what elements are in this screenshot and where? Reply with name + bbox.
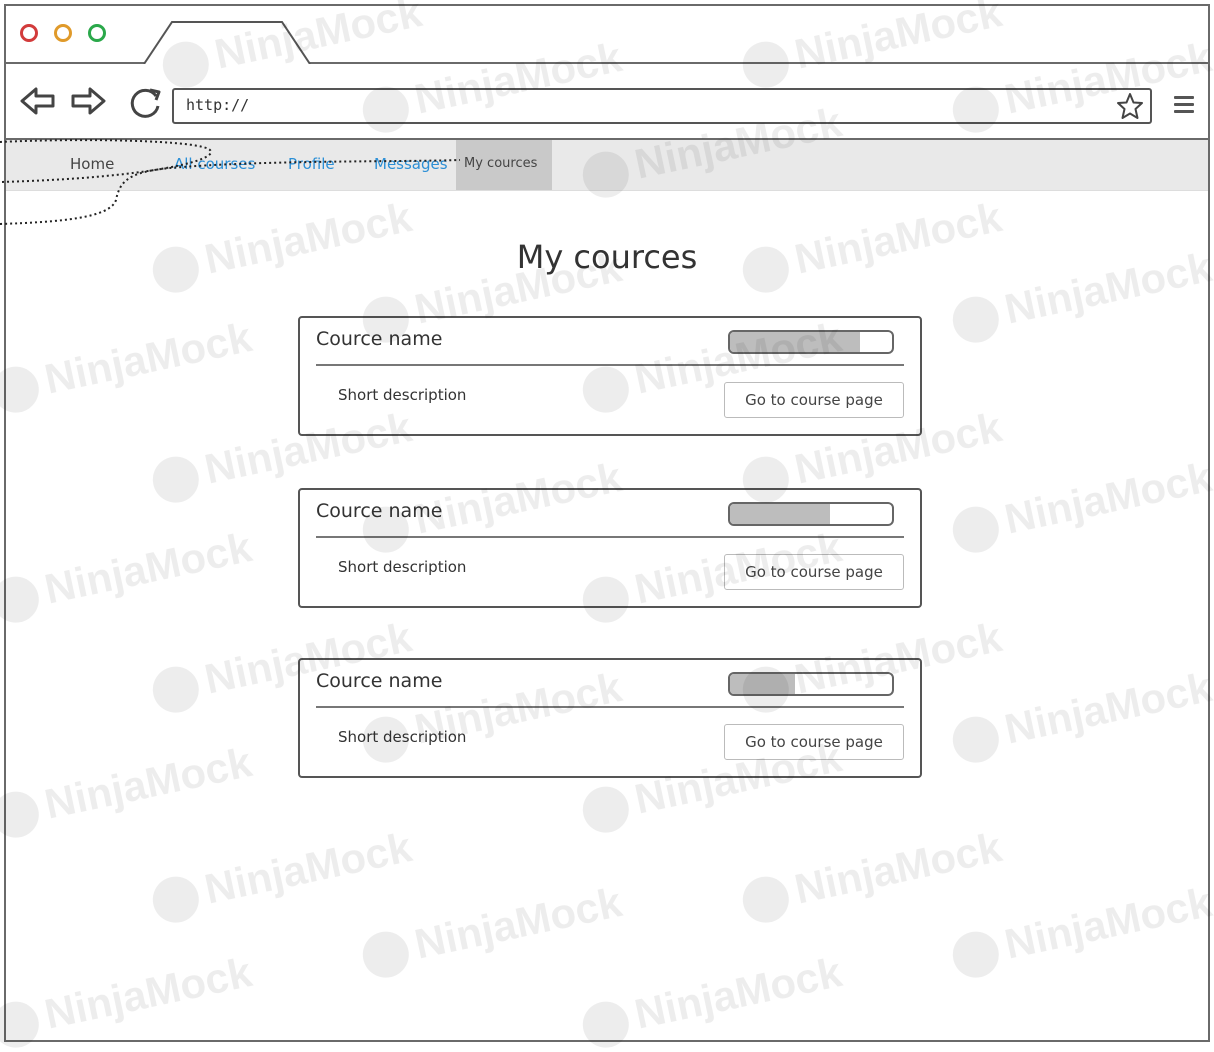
browser-titlebar — [6, 6, 1208, 64]
course-description: Short description — [338, 558, 467, 576]
nav-my-courses-label: My cources — [464, 156, 538, 171]
course-progress-fill — [730, 674, 795, 694]
reload-icon[interactable] — [126, 84, 164, 122]
minimize-window-dot[interactable] — [54, 24, 72, 42]
back-arrow-icon[interactable] — [20, 86, 56, 116]
address-bar-url: http:// — [186, 96, 250, 114]
course-progress-bar — [728, 330, 894, 354]
course-card: Cource name Short description Go to cour… — [298, 658, 922, 778]
close-window-dot[interactable] — [20, 24, 38, 42]
site-navbar: Home All courses Profile Messages My cou… — [6, 140, 1208, 191]
course-card: Cource name Short description Go to cour… — [298, 488, 922, 608]
go-to-course-button[interactable]: Go to course page — [724, 724, 904, 760]
course-name: Cource name — [316, 328, 443, 350]
go-to-course-button[interactable]: Go to course page — [724, 382, 904, 418]
page-title: My cources — [516, 238, 698, 276]
browser-tab[interactable] — [142, 20, 312, 64]
course-progress-bar — [728, 672, 894, 696]
course-progress-fill — [730, 504, 831, 524]
nav-my-courses-tab[interactable]: My cources — [456, 140, 552, 190]
forward-arrow-icon[interactable] — [70, 86, 106, 116]
bookmark-star-icon[interactable] — [1116, 92, 1144, 120]
course-name: Cource name — [316, 500, 443, 522]
course-progress-fill — [730, 332, 860, 352]
nav-profile-link[interactable]: Profile — [288, 155, 335, 173]
browser-window: http:// Home All courses Profile Message… — [4, 4, 1210, 1042]
browser-toolbar: http:// — [6, 64, 1208, 140]
address-bar[interactable]: http:// — [172, 88, 1152, 124]
nav-messages-link[interactable]: Messages — [374, 155, 448, 173]
course-name: Cource name — [316, 670, 443, 692]
course-description: Short description — [338, 728, 467, 746]
card-divider — [316, 536, 904, 538]
nav-all-courses-link[interactable]: All courses — [174, 155, 255, 173]
course-card: Cource name Short description Go to cour… — [298, 316, 922, 436]
go-to-course-button[interactable]: Go to course page — [724, 554, 904, 590]
course-description: Short description — [338, 386, 467, 404]
course-progress-bar — [728, 502, 894, 526]
card-divider — [316, 706, 904, 708]
nav-home-link[interactable]: Home — [70, 155, 114, 173]
maximize-window-dot[interactable] — [88, 24, 106, 42]
card-divider — [316, 364, 904, 366]
browser-menu-icon[interactable] — [1174, 96, 1194, 117]
